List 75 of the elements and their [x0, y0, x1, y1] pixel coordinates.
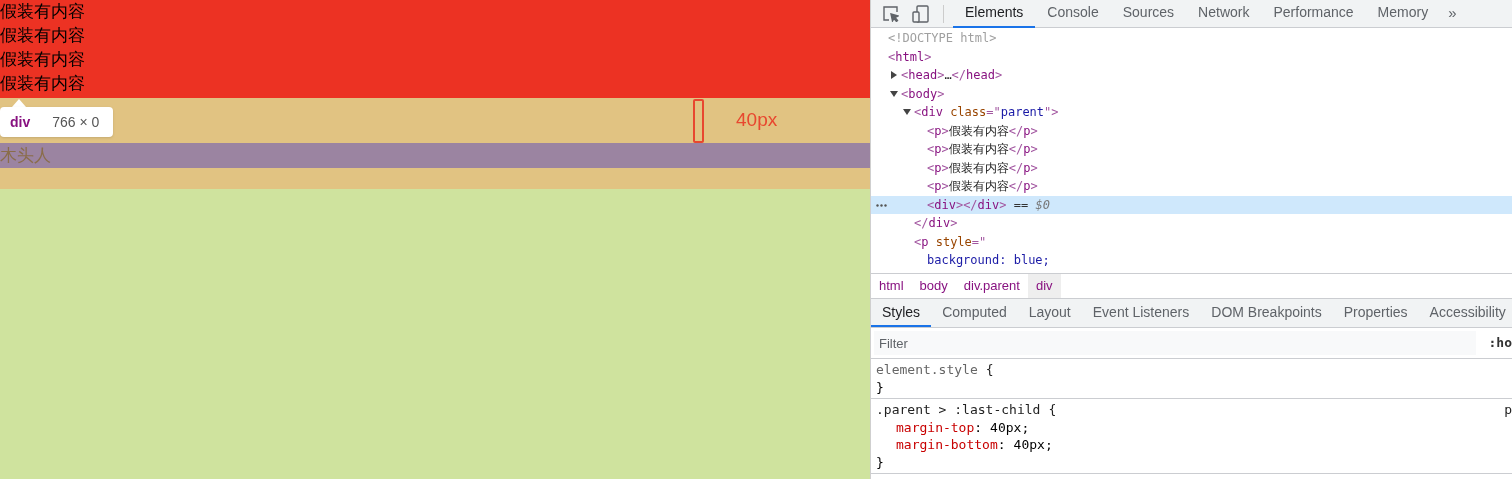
colon: : [974, 418, 983, 436]
semicolon: ; [1044, 436, 1053, 454]
filter-field[interactable]: Filter [874, 331, 1476, 355]
tree-row[interactable]: <div></div> == $0 [871, 195, 1512, 214]
pane-tab[interactable]: Properties [1332, 299, 1419, 327]
rule-source-link[interactable]: p [1504, 401, 1512, 419]
pane-tab[interactable]: Event Listeners [1081, 299, 1201, 327]
colon: : [997, 436, 1006, 454]
more-icon[interactable] [876, 203, 887, 207]
tree-row[interactable]: <p>假装有内容</p> [871, 121, 1512, 140]
tree-node-text: <p>假装有内容</p> [927, 178, 1038, 196]
tree-node-text: <!DOCTYPE html> [888, 30, 997, 48]
breadcrumb[interactable]: div [1027, 274, 1061, 298]
closing-brace: } [876, 453, 884, 471]
breadcrumb[interactable]: html [871, 274, 912, 298]
tree-node-text: <div class="parent"> [914, 104, 1059, 122]
margin-marker [693, 98, 704, 143]
rule-selector: element.style [876, 361, 978, 379]
paragraph: 假装有内容 [0, 1, 86, 23]
state-toggle-button[interactable]: :ho [1488, 333, 1512, 353]
tree-node-text: <p>假装有内容</p> [927, 141, 1038, 159]
tree-row[interactable]: <head>…</head> [871, 66, 1512, 85]
tree-node-text: <p style=" [914, 233, 987, 251]
paragraph: 假装有内容 [0, 25, 86, 47]
devtools-tab[interactable]: Performance [1261, 0, 1366, 28]
property-value: 40px [1013, 436, 1045, 454]
tree-node-text: <p>假装有内容</p> [927, 122, 1038, 140]
devtools-tab[interactable]: Elements [953, 0, 1036, 28]
pane-tab[interactable]: Accessibility [1418, 299, 1512, 327]
devtools-tab[interactable]: Network [1186, 0, 1262, 28]
tree-row[interactable]: <p>假装有内容</p> [871, 140, 1512, 159]
collapse-triangle-icon[interactable] [903, 108, 911, 117]
margin-label: 40px [736, 108, 778, 133]
pane-tab[interactable]: Styles [871, 299, 932, 327]
open-brace: { [1048, 401, 1057, 419]
breadcrumb[interactable]: body [911, 274, 956, 298]
tree-row[interactable]: <html> [871, 47, 1512, 66]
paragraph: 假装有内容 [0, 49, 86, 71]
tree-node-text: background: blue; [927, 252, 1050, 270]
rule-selector: .parent > :last-child [876, 401, 1041, 419]
semicolon: ; [1021, 418, 1030, 436]
device-toggle-icon[interactable] [912, 4, 929, 23]
pane-tab[interactable]: Computed [931, 299, 1018, 327]
tree-node-text: <body> [901, 85, 945, 103]
expand-triangle-icon[interactable] [890, 71, 898, 80]
child-text: 木头人 [0, 144, 51, 167]
tree-row[interactable]: background: blue; [871, 251, 1512, 270]
property-name: margin-bottom [896, 436, 998, 454]
open-brace: { [985, 361, 994, 379]
devtools-tab[interactable]: Sources [1110, 0, 1187, 28]
tree-row[interactable]: <p>假装有内容</p> [871, 177, 1512, 196]
breadcrumb[interactable]: div.parent [955, 274, 1028, 298]
tree-node-text: </div> [914, 215, 958, 233]
devtools-tab[interactable]: Console [1035, 0, 1111, 28]
tree-node-text: <html> [888, 48, 932, 66]
tree-row[interactable]: <body> [871, 84, 1512, 103]
more-tabs-button[interactable]: » [1440, 2, 1465, 25]
tree-row[interactable]: </div> [871, 214, 1512, 233]
tooltip-size: 766 × 0 [52, 112, 100, 132]
pane-tab[interactable]: DOM Breakpoints [1200, 299, 1333, 327]
tree-row[interactable]: <div class="parent"> [871, 103, 1512, 122]
tree-node-text: <head>…</head> [901, 67, 1003, 85]
tooltip-tag: div [10, 111, 31, 133]
closing-brace: } [876, 378, 884, 396]
property-value: 40px [990, 418, 1022, 436]
collapse-triangle-icon[interactable] [890, 89, 898, 98]
pane-tab[interactable]: Layout [1017, 299, 1082, 327]
inspect-icon[interactable] [882, 5, 899, 22]
property-name: margin-top [896, 418, 975, 436]
tree-node-text: <div></div> == $0 [927, 196, 1050, 214]
devtools-tab[interactable]: Memory [1365, 0, 1441, 28]
tree-row[interactable]: <p>假装有内容</p> [871, 158, 1512, 177]
tree-node-text: <p>假装有内容</p> [927, 159, 1038, 177]
tree-row[interactable]: <p style=" [871, 232, 1512, 251]
paragraph: 假装有内容 [0, 73, 86, 95]
